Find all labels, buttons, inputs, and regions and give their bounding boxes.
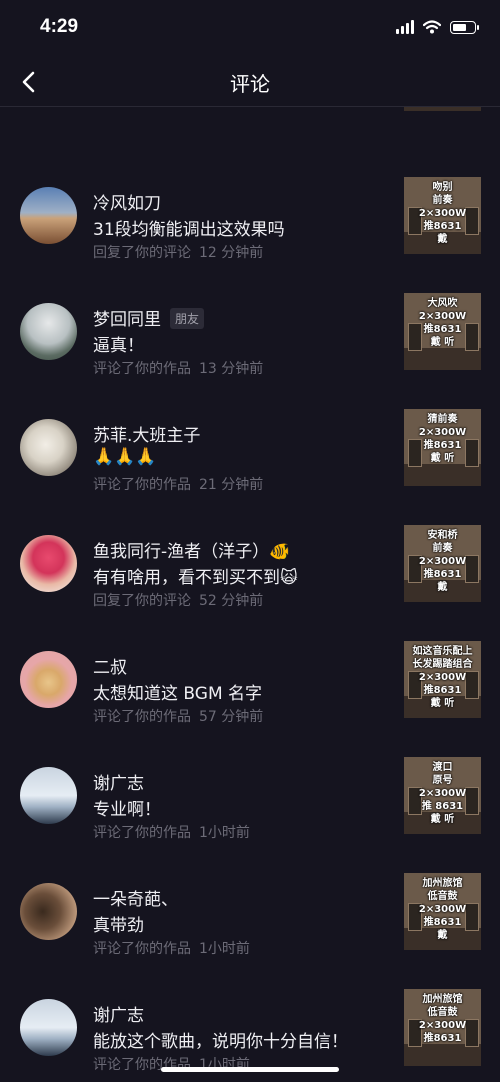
status-time: 4:29 xyxy=(40,16,79,37)
thumbnail-caption-line: 2×300W xyxy=(418,427,467,438)
comment-text: 能放这个歌曲，说明你十分自信！ xyxy=(93,1032,348,1052)
comment-author[interactable]: 谢广志 xyxy=(93,1001,144,1026)
wifi-icon xyxy=(423,20,441,34)
thumbnail-caption: 加州旅馆低音鼓 2×300W 推8631 xyxy=(404,993,481,1045)
thumbnail-caption-line: 猜前奏 xyxy=(427,414,458,425)
thumbnail-caption-line: 加州旅馆 xyxy=(422,994,463,1005)
author-name[interactable]: 谢广志 xyxy=(93,1006,144,1026)
status-icons xyxy=(396,20,479,34)
thumbnail-caption-line: 如这音乐配上 xyxy=(412,646,473,657)
comment-row[interactable]: 二叔 太想知道这 BGM 名字 评论了你的作品 57 分钟前 如这音乐配上 长发踢踏组合 2… xyxy=(0,555,500,725)
thumbnail-caption-line: 低音鼓 xyxy=(427,891,458,902)
nav-bar: 评论 xyxy=(0,58,500,107)
comment-row[interactable]: 苏菲.大班主子 🙏🙏🙏 评论了你的作品 21 分钟前 猜前奏 2×300W 推8631 戴 听 xyxy=(0,323,500,493)
status-bar: 4:29 xyxy=(0,0,500,58)
thumbnail-caption-line: 渡口 xyxy=(432,762,453,773)
signal-icon xyxy=(396,20,414,34)
thumbnail-caption-line: 前奏 xyxy=(432,195,453,206)
comment-row[interactable]: 鱼我同行-渔者（洋子）🐠 有有啥用，看不到买不到🙀 回复了你的评论 52 分钟前 安和桥… xyxy=(0,439,500,609)
comment-row[interactable]: 谢广志 能放这个歌曲，说明你十分自信！ 评论了你的作品 1小时前 加州旅馆 低音鼓 2×30… xyxy=(0,903,500,1073)
battery-icon xyxy=(450,20,479,34)
thumbnail-caption-line: 2×300W xyxy=(418,1020,467,1031)
thumbnail-caption-line: 加州旅馆 xyxy=(422,878,463,889)
page-title: 评论 xyxy=(230,72,270,96)
comment-row[interactable]: 冷风如刀 31段均衡能调出这效果吗 回复了你的评论 12 分钟前 吻别 前奏 2×300W 推… xyxy=(0,107,500,261)
video-thumbnail[interactable]: 加州旅馆低音鼓 2×300W 推8631 xyxy=(404,989,481,1066)
thumbnail-caption-line: 长发踢踏组合 xyxy=(412,659,473,670)
thumbnail-caption-line: 推8631 xyxy=(423,1033,462,1044)
comment-row[interactable]: 梦回同里 朋友 逼真！ 评论了你的作品 13 分钟前 大风吹 2×300W 推8631 戴 听 xyxy=(0,207,500,377)
thumbnail-caption-line: 2×300W xyxy=(418,311,467,322)
thumbnail-caption-line: 原号 xyxy=(432,775,453,786)
comment-row[interactable]: 一朵奇葩、 真带劲 评论了你的作品 1小时前 加州旅馆 低音鼓 2×300W 推8631 戴 xyxy=(0,787,500,957)
thumbnail-caption-line: 吻别 xyxy=(432,182,453,193)
thumbnail-caption-line: 低音鼓 xyxy=(427,1007,458,1018)
home-indicator xyxy=(161,1067,339,1072)
thumbnail-caption-line: 安和桥 xyxy=(427,530,458,541)
thumbnail-caption-line: 大风吹 xyxy=(427,298,458,309)
thumbnail-caption-line: 前奏 xyxy=(432,543,453,554)
avatar[interactable] xyxy=(20,999,77,1056)
comment-list: 👍👍👍回复了你的评论刚刚前奏2×300W推8631戴冷风如刀31段均衡能调出这效… xyxy=(0,107,500,1082)
comment-row[interactable]: 谢广志 专业啊！ 评论了你的作品 1小时前 渡口 原号 2×300W 推 8631 戴 听 xyxy=(0,671,500,841)
